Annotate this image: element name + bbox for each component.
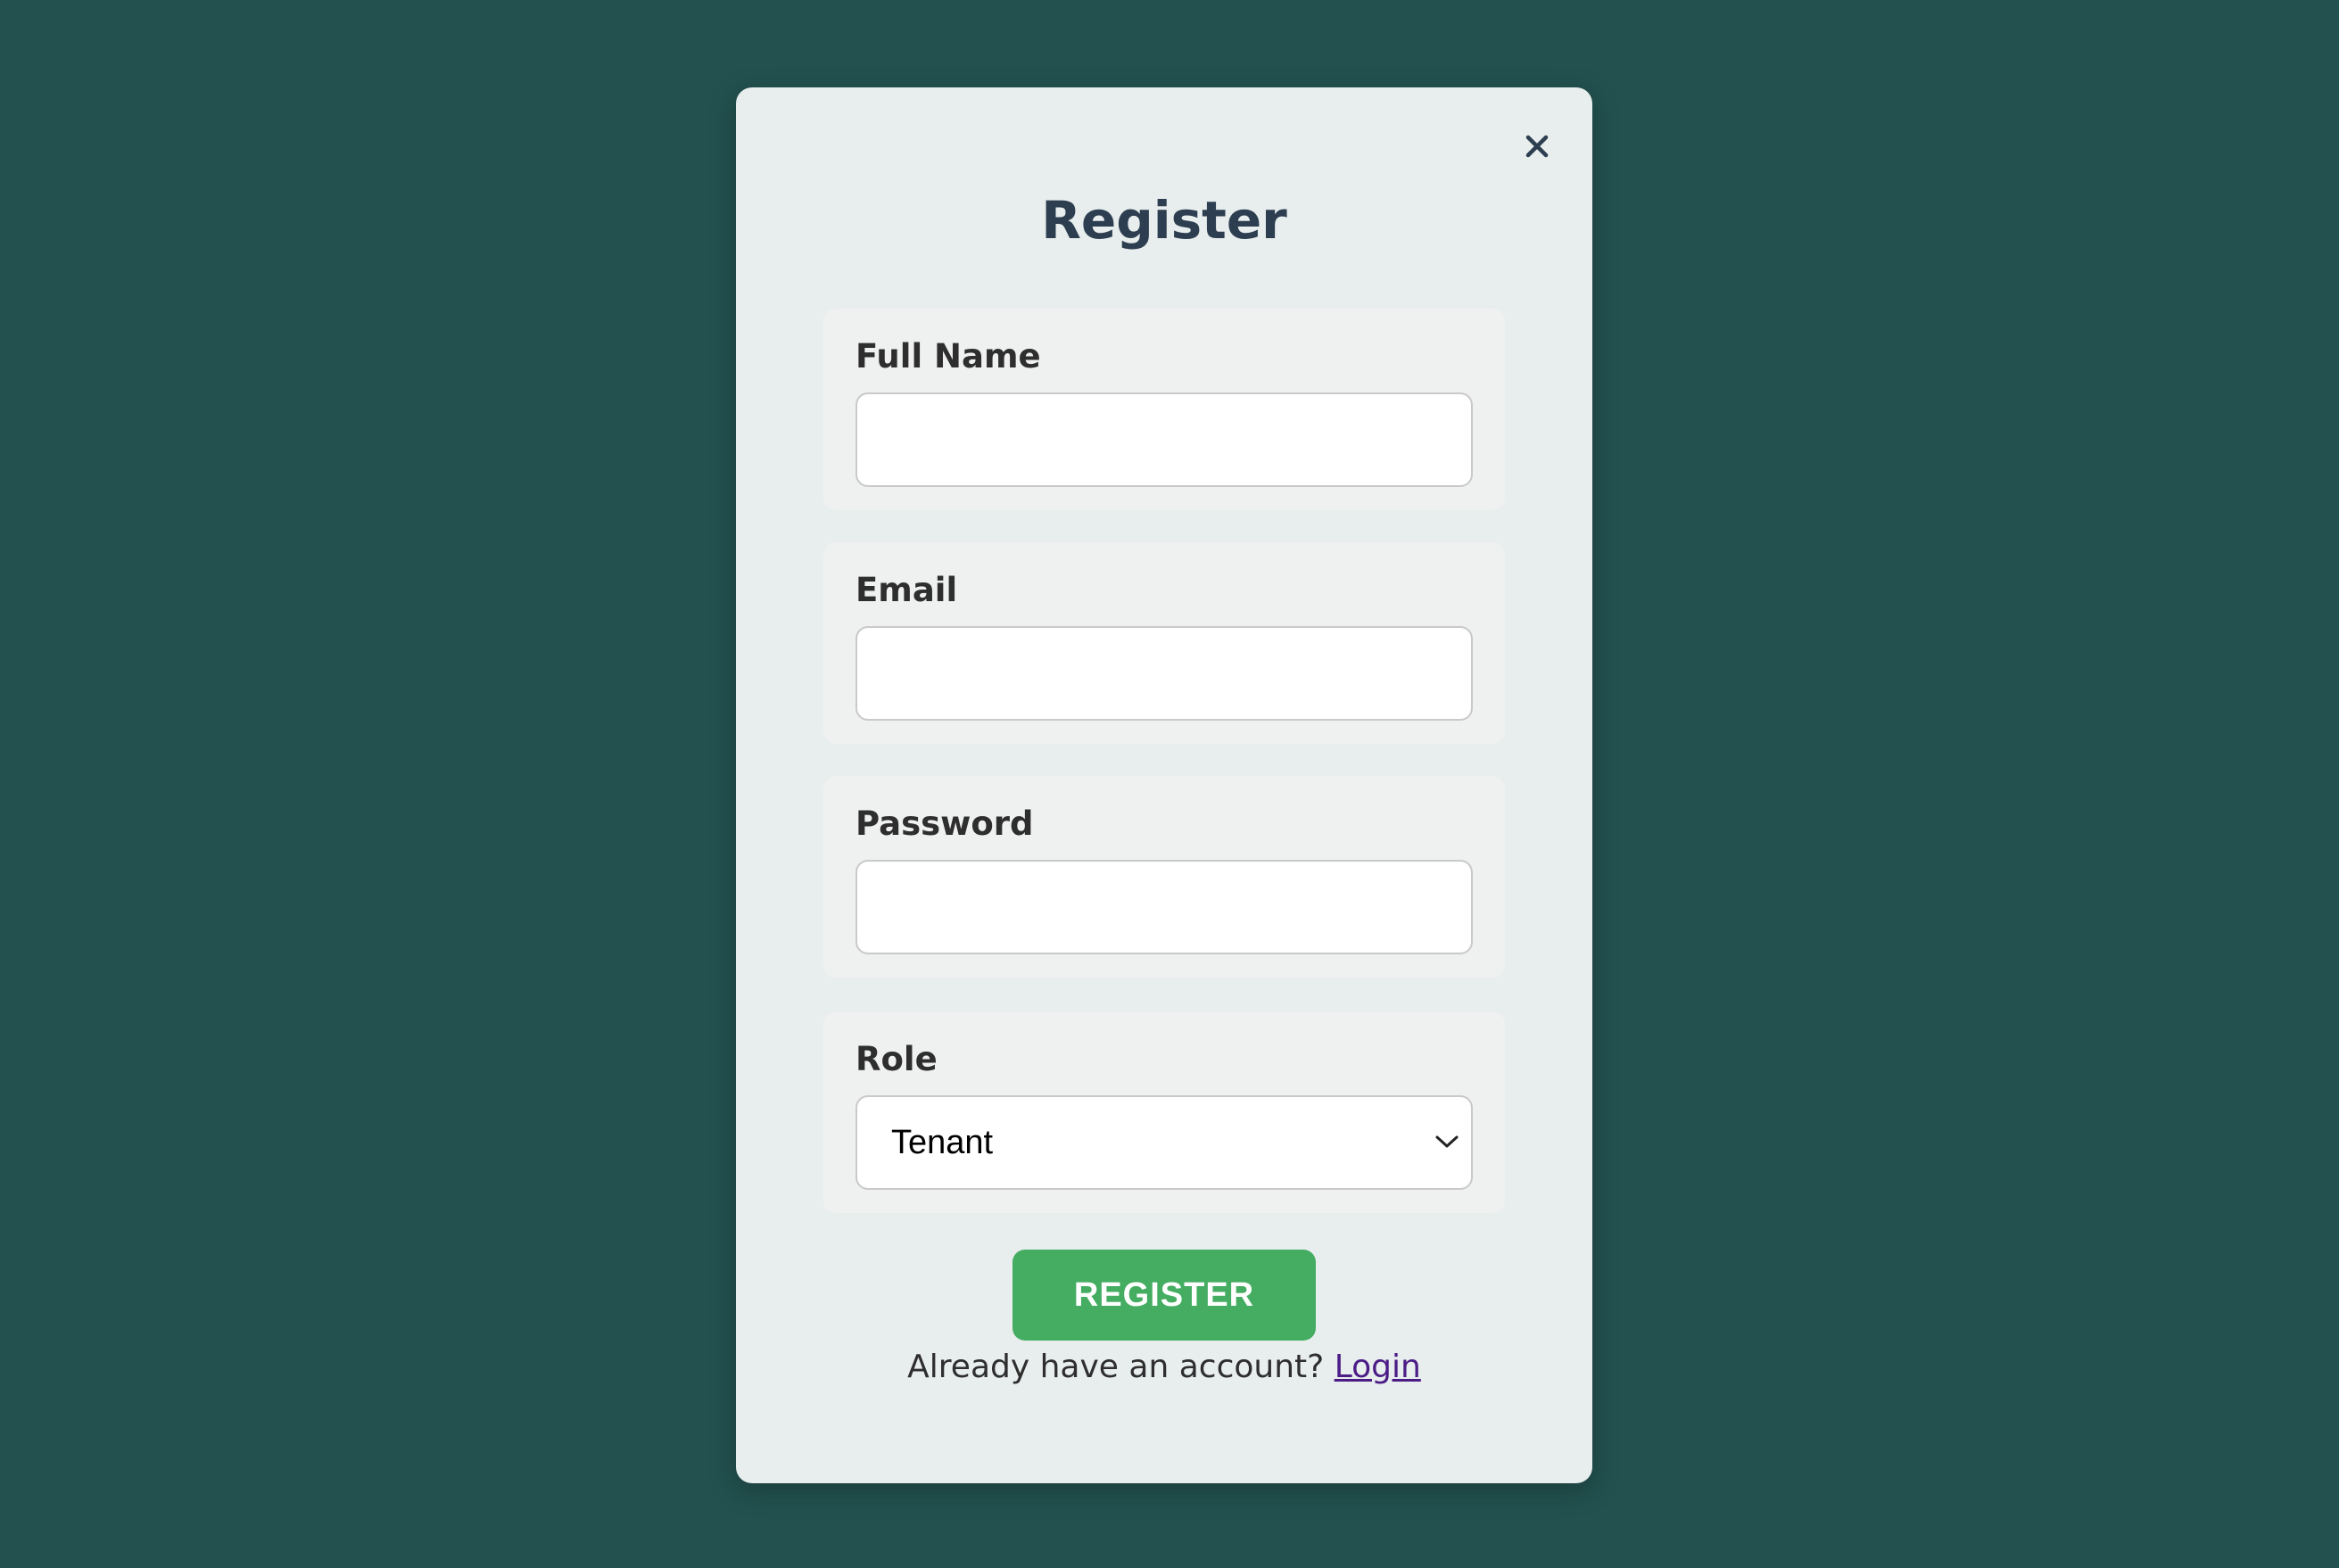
- register-button[interactable]: REGISTER: [1012, 1250, 1316, 1341]
- login-prompt-text: Already have an account?: [907, 1349, 1335, 1385]
- password-group: Password: [823, 776, 1505, 978]
- role-label: Role: [855, 1040, 938, 1078]
- login-link[interactable]: Login: [1335, 1349, 1421, 1385]
- close-button[interactable]: [1517, 127, 1557, 166]
- role-group: Role Tenant: [823, 1011, 1505, 1213]
- page-title: Register: [1041, 190, 1287, 251]
- close-icon: [1525, 135, 1549, 158]
- full-name-label: Full Name: [855, 337, 1041, 375]
- role-select-value: Tenant: [891, 1123, 994, 1161]
- password-label: Password: [855, 805, 1034, 843]
- password-input[interactable]: [855, 860, 1473, 954]
- email-input[interactable]: [855, 626, 1473, 721]
- role-select[interactable]: Tenant: [855, 1095, 1473, 1190]
- full-name-input[interactable]: [855, 392, 1473, 487]
- register-modal: Register Full Name Email Password Role T…: [736, 87, 1592, 1483]
- email-label: Email: [855, 571, 958, 609]
- email-group: Email: [823, 542, 1505, 744]
- chevron-down-icon: [1435, 1135, 1459, 1148]
- full-name-group: Full Name: [823, 309, 1505, 510]
- login-prompt: Already have an account? Login: [736, 1345, 1592, 1390]
